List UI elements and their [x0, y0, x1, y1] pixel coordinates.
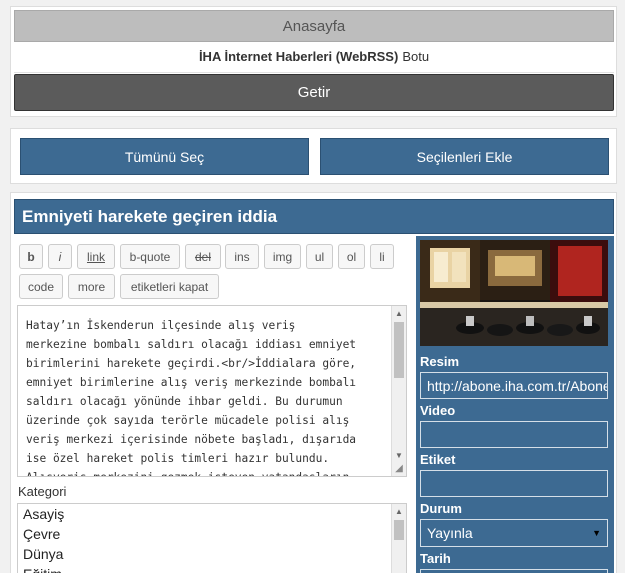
select-all-button[interactable]: Tümünü Seç [20, 138, 309, 175]
article-image [420, 240, 608, 346]
content-text: Hatay’ın İskenderun ilçesinde alış veriş… [26, 316, 391, 476]
qt-close-tags-button[interactable]: etiketleri kapat [120, 274, 219, 299]
qt-del-button[interactable]: del [185, 244, 221, 269]
bot-title-suffix: Botu [402, 48, 430, 64]
tag-input[interactable] [420, 470, 608, 497]
header-panel: Anasayfa İHA İnternet Haberleri (WebRSS)… [10, 6, 617, 117]
tag-label: Etiket [420, 452, 456, 467]
editor-area: b i link b-quote del ins img ul ol li co… [14, 236, 409, 573]
resize-grip-icon[interactable]: ◢ [393, 463, 405, 475]
category-option[interactable]: Eğitim [18, 564, 406, 573]
article-title: Emniyeti harekete geçiren iddia [14, 199, 614, 234]
content-line: emniyet birimlerine alış veriş merkezind… [26, 376, 357, 389]
qt-ins-button[interactable]: ins [225, 244, 259, 269]
video-label: Video [420, 403, 456, 418]
image-label: Resim [420, 354, 460, 369]
category-option[interactable]: Çevre [18, 524, 406, 544]
qt-img-button[interactable]: img [264, 244, 301, 269]
category-scrollbar[interactable]: ▲ [391, 504, 406, 573]
bot-title-bold: İHA İnternet Haberleri (WebRSS) [198, 48, 399, 64]
add-selected-button[interactable]: Seçilenleri Ekle [320, 138, 609, 175]
category-option[interactable]: Dünya [18, 544, 406, 564]
date-label: Tarih [420, 551, 451, 566]
content-line: Alışveriş merkezini gezmek isteyen vatan… [26, 468, 391, 476]
home-button[interactable]: Anasayfa [14, 10, 614, 42]
content-textarea[interactable]: Hatay’ın İskenderun ilçesinde alış veriş… [17, 305, 407, 477]
qt-ul-button[interactable]: ul [306, 244, 333, 269]
scroll-down-icon[interactable]: ▼ [392, 448, 406, 462]
date-input[interactable] [420, 569, 608, 573]
content-line: merkezine bombalı saldırı olacağı iddias… [26, 338, 357, 351]
qt-bold-button[interactable]: b [19, 244, 43, 269]
status-label: Durum [420, 501, 462, 516]
qt-code-button[interactable]: code [19, 274, 63, 299]
qt-li-button[interactable]: li [370, 244, 394, 269]
bot-title: İHA İnternet Haberleri (WebRSS) Botu [14, 43, 614, 73]
content-line: ise özel hareket polis timleri hazır bul… [26, 452, 330, 465]
scroll-thumb[interactable] [394, 322, 404, 378]
content-line: saldırı olacağı yönünde ihbar geldi. Bu … [26, 395, 343, 408]
selection-panel: Tümünü Seç Seçilenleri Ekle [10, 128, 617, 184]
dropdown-arrow-icon: ▼ [592, 528, 601, 538]
video-input[interactable] [420, 421, 608, 448]
qt-italic-button[interactable]: i [48, 244, 72, 269]
divider [14, 72, 614, 73]
night-street-photo [420, 240, 608, 346]
qt-more-button[interactable]: more [68, 274, 115, 299]
qt-bquote-button[interactable]: b-quote [120, 244, 180, 269]
fetch-button[interactable]: Getir [14, 74, 614, 111]
content-line: birimlerini harekete geçirdi.<br/>İddial… [26, 357, 357, 370]
article-panel: Emniyeti harekete geçiren iddia b i link… [10, 192, 617, 573]
content-line: Hatay’ın İskenderun ilçesinde alış veriş [26, 319, 296, 332]
scroll-up-icon[interactable]: ▲ [392, 504, 406, 518]
content-line: veriş merkezi içerisinde nöbete başladı,… [26, 433, 357, 446]
content-scrollbar[interactable]: ▲ ▼ [391, 306, 406, 476]
qt-ol-button[interactable]: ol [338, 244, 365, 269]
category-option[interactable]: Asayiş [18, 504, 406, 524]
image-url-input[interactable]: http://abone.iha.com.tr/Abone/Images/ [420, 372, 608, 399]
category-label: Kategori [18, 484, 67, 499]
article-sidebar: Resim http://abone.iha.com.tr/Abone/Imag… [416, 236, 614, 573]
scroll-up-icon[interactable]: ▲ [392, 306, 406, 320]
qt-link-button[interactable]: link [77, 244, 115, 269]
scroll-thumb[interactable] [394, 520, 404, 540]
status-value: Yayınla [427, 525, 473, 541]
status-select[interactable]: Yayınla ▼ [420, 519, 608, 547]
category-listbox[interactable]: Asayiş Çevre Dünya Eğitim ▲ [17, 503, 407, 573]
content-line: üzerinde çok sayıda terörle mücadele pol… [26, 414, 350, 427]
